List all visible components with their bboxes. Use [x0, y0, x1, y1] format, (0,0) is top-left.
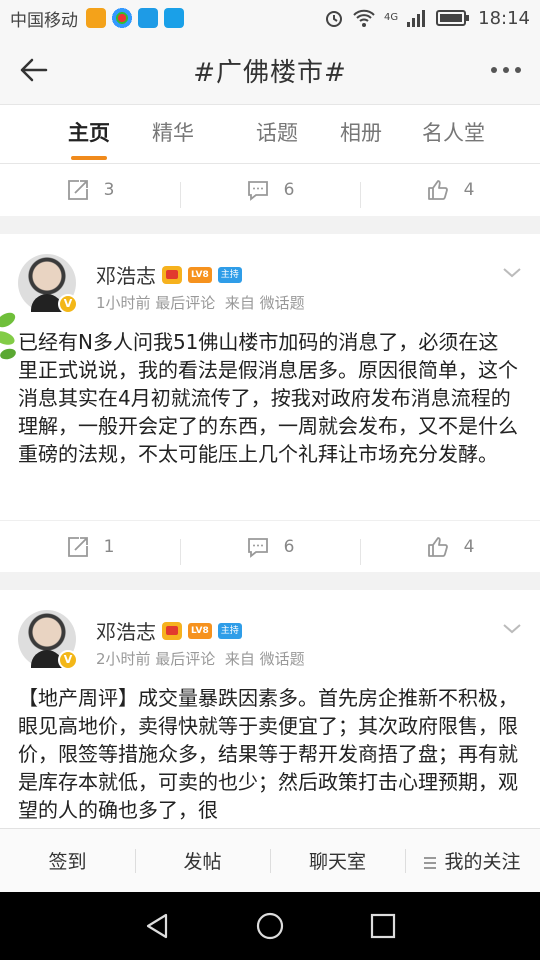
system-nav-bar — [0, 892, 540, 960]
like-button[interactable]: 4 — [360, 535, 540, 565]
thumbs-up-icon — [427, 180, 448, 200]
post-card[interactable]: V 邓浩志 LV8 主持 1小时前 最后评论 来自 微话题 已经有N多人问我51… — [0, 234, 540, 520]
tab-hall-of-fame[interactable]: 名人堂 — [422, 104, 485, 164]
crown-icon — [162, 265, 182, 284]
app-notification-icon — [112, 8, 132, 28]
battery-icon — [436, 10, 470, 26]
tab-featured[interactable]: 精华 — [152, 104, 194, 164]
verified-icon: V — [58, 650, 78, 670]
author-name: 邓浩志 — [96, 620, 156, 644]
host-badge: 主持 — [217, 622, 242, 639]
repost-button[interactable]: 1 — [0, 535, 180, 559]
chevron-down-icon[interactable] — [500, 260, 524, 284]
home-circle-icon[interactable] — [255, 911, 285, 941]
avatar[interactable]: V — [18, 254, 78, 314]
post-author[interactable]: 邓浩志 LV8 主持 — [96, 616, 242, 645]
clock: 18:14 — [478, 7, 530, 29]
new-post-button[interactable]: 发帖 — [135, 847, 270, 874]
post-action-bar: 1 6 4 — [0, 520, 540, 572]
comment-button[interactable]: 6 — [180, 178, 360, 208]
level-badge: LV8 — [188, 266, 212, 283]
repost-icon — [67, 180, 88, 200]
post-meta: 2小时前 最后评论 来自 微话题 — [96, 648, 305, 669]
my-following-button[interactable]: 我的关注 — [405, 847, 540, 874]
repost-count: 1 — [103, 536, 115, 557]
post-meta: 1小时前 最后评论 来自 微话题 — [96, 292, 305, 313]
wifi-icon — [353, 9, 375, 27]
arrow-left-icon[interactable] — [16, 52, 52, 88]
checkin-button[interactable]: 签到 — [0, 847, 135, 874]
comment-icon — [247, 537, 268, 558]
network-type: 4G — [384, 11, 399, 23]
author-name: 邓浩志 — [96, 264, 156, 288]
like-count: 4 — [463, 536, 475, 557]
post-action-bar: 3 6 4 — [0, 164, 540, 216]
comment-icon — [247, 181, 268, 201]
chevron-down-icon[interactable] — [500, 616, 524, 640]
repost-icon — [67, 536, 88, 557]
tab-albums[interactable]: 相册 — [340, 104, 382, 164]
page-title: #广佛楼市# — [193, 57, 347, 88]
title-bar: #广佛楼市# — [0, 36, 540, 104]
recents-square-icon[interactable] — [368, 911, 398, 941]
repost-count: 3 — [103, 180, 115, 200]
tab-bar: 主页 精华 话题 相册 名人堂 — [0, 104, 540, 164]
app-notification-icon — [138, 8, 158, 28]
post-author[interactable]: 邓浩志 LV8 主持 — [96, 260, 242, 289]
back-triangle-icon[interactable] — [142, 911, 172, 941]
repost-button[interactable]: 3 — [0, 178, 180, 202]
alarm-icon — [326, 11, 342, 27]
chat-room-button[interactable]: 聊天室 — [270, 847, 405, 874]
crown-icon — [162, 621, 182, 640]
app-notification-icon — [86, 8, 106, 28]
post-source: 来自 微话题 — [224, 294, 305, 312]
status-bar: 中国移动 4G 18:14 — [0, 0, 540, 36]
post-time: 2小时前 最后评论 — [96, 650, 216, 668]
app-notification-icon — [164, 8, 184, 28]
post-content[interactable]: 已经有N多人问我51佛山楼市加码的消息了，必须在这里正式说说，我的看法是假消息居… — [18, 328, 518, 468]
signal-icon — [407, 10, 426, 27]
post-time: 1小时前 最后评论 — [96, 294, 216, 312]
post-content[interactable]: 【地产周评】成交量暴跌因素多。首先房企推新不积极，眼见高地价，卖得快就等于卖便宜… — [18, 684, 518, 828]
tab-topics[interactable]: 话题 — [256, 104, 298, 164]
post-card[interactable]: V 邓浩志 LV8 主持 2小时前 最后评论 来自 微话题 【地产周评】成交量暴… — [0, 590, 540, 828]
comment-button[interactable]: 6 — [180, 535, 360, 565]
comment-count: 6 — [283, 536, 295, 557]
level-badge: LV8 — [188, 622, 212, 639]
thumbs-up-icon — [427, 536, 448, 557]
bottom-toolbar: 签到 发帖 聊天室 我的关注 — [0, 828, 540, 892]
menu-icon — [424, 854, 437, 872]
host-badge: 主持 — [217, 266, 242, 283]
like-button[interactable]: 4 — [360, 178, 540, 208]
avatar[interactable]: V — [18, 610, 78, 670]
more-dots-icon[interactable] — [486, 52, 526, 88]
like-count: 4 — [463, 180, 475, 200]
tab-home[interactable]: 主页 — [48, 104, 130, 164]
post-source: 来自 微话题 — [224, 650, 305, 668]
comment-count: 6 — [283, 180, 295, 200]
carrier-label: 中国移动 — [10, 10, 78, 31]
verified-icon: V — [58, 294, 78, 314]
my-following-label: 我的关注 — [444, 851, 521, 873]
